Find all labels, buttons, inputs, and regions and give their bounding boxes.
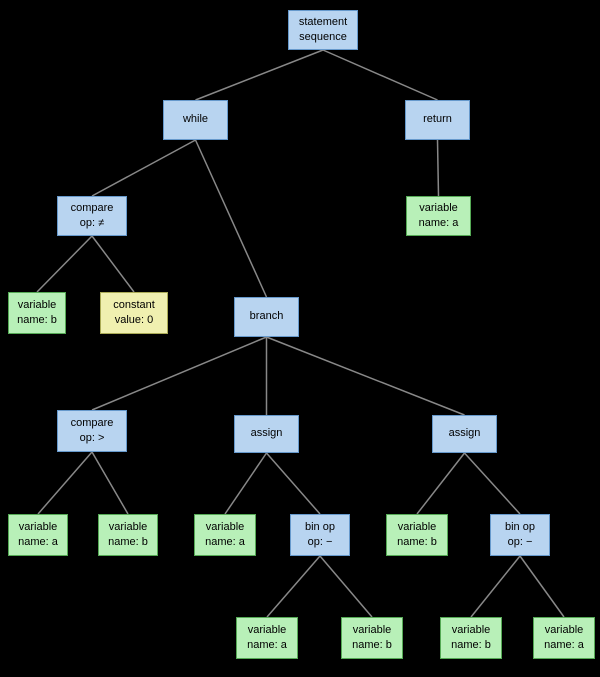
variable-a-cmp: variable name: a [8, 514, 68, 556]
compare-neq: compare op: ≠ [57, 196, 127, 236]
variable-b-bin1: variable name: b [341, 617, 403, 659]
compare-gt: compare op: > [57, 410, 127, 452]
return: return [405, 100, 470, 140]
variable-a-bin1: variable name: a [236, 617, 298, 659]
variable-a-top: variable name: a [406, 196, 471, 236]
variable-b: variable name: b [8, 292, 66, 334]
binop-minus1: bin op op: − [290, 514, 350, 556]
variable-a-assign1: variable name: a [194, 514, 256, 556]
while: while [163, 100, 228, 140]
connection-lines [0, 0, 600, 677]
variable-a-bin2: variable name: a [533, 617, 595, 659]
branch: branch [234, 297, 299, 337]
variable-b-cmp: variable name: b [98, 514, 158, 556]
constant-0: constant value: 0 [100, 292, 168, 334]
assign-right: assign [432, 415, 497, 453]
binop-minus2: bin op op: − [490, 514, 550, 556]
variable-b-bin2: variable name: b [440, 617, 502, 659]
statement-sequence: statement sequence [288, 10, 358, 50]
assign-left: assign [234, 415, 299, 453]
variable-b-assign2: variable name: b [386, 514, 448, 556]
